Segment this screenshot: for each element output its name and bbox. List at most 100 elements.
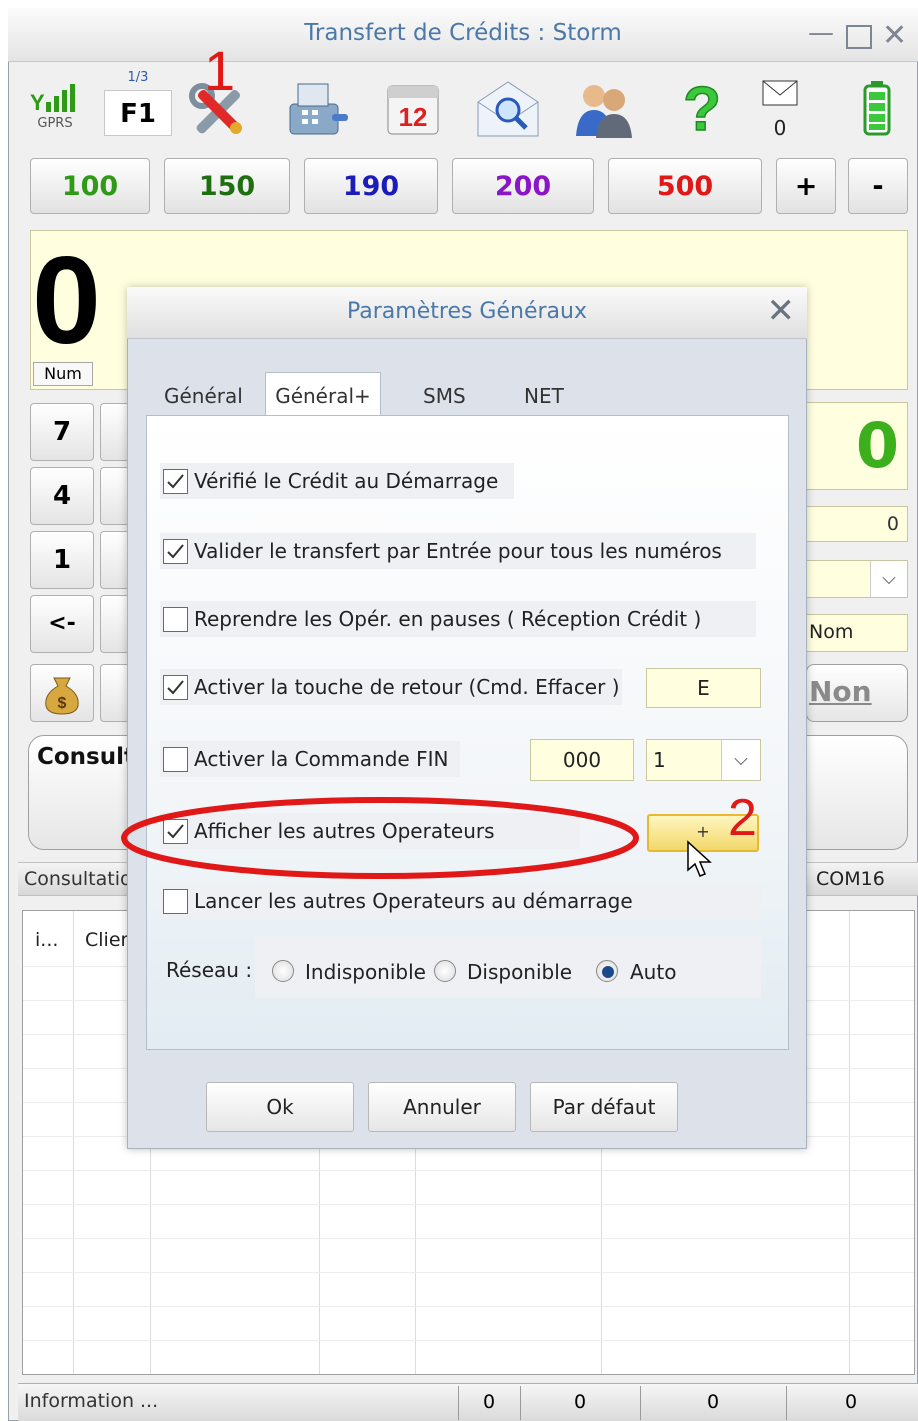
checkbox-fin-command[interactable] — [163, 747, 188, 772]
mail-search-icon[interactable] — [474, 78, 542, 140]
checkbox-return-key[interactable] — [163, 675, 188, 700]
return-key-field[interactable]: E — [646, 668, 761, 708]
key-4[interactable]: 4 — [30, 467, 94, 525]
non-button-label: Non — [809, 675, 872, 708]
key-2-partial[interactable] — [100, 531, 130, 589]
key-8-partial[interactable] — [100, 403, 130, 461]
total-display: 0 — [806, 402, 908, 490]
tab-general-plus[interactable]: Général+ — [265, 372, 381, 416]
name-field[interactable]: Nom — [806, 614, 908, 652]
option-label: Reprendre les Opér. en pauses ( Réceptio… — [194, 607, 702, 631]
option-verify-credit[interactable]: Vérifié le Crédit au Démarrage — [160, 463, 514, 499]
radio-dot — [602, 966, 614, 978]
fin-select[interactable]: 1 ⌵ — [646, 739, 761, 781]
grid-column-header[interactable]: Clier — [85, 929, 128, 951]
key-partial[interactable] — [100, 664, 130, 722]
svg-text:Y: Y — [30, 90, 45, 114]
checkbox-resume-paused[interactable] — [163, 607, 188, 632]
radio-indisponible[interactable] — [272, 960, 294, 982]
highlight-ellipse — [118, 794, 642, 882]
amount-label: 100 — [61, 171, 119, 202]
amount-button-190[interactable]: 190 — [304, 158, 438, 214]
amount-button-150[interactable]: 150 — [164, 158, 290, 214]
close-icon[interactable]: ✕ — [882, 18, 907, 53]
title-bar: Transfert de Crédits : Storm — ✕ — [8, 8, 918, 62]
option-fin-command[interactable]: Activer la Commande FIN — [160, 741, 460, 777]
tab-sms[interactable]: SMS — [423, 384, 466, 408]
value-field-text: 0 — [886, 513, 899, 535]
option-return-key[interactable]: Activer la touche de retour (Cmd. Efface… — [160, 669, 622, 705]
input-mode-badge: Num — [33, 362, 93, 386]
help-icon[interactable]: ? — [674, 74, 730, 145]
consult-label: Consult — [37, 744, 135, 770]
key-7[interactable]: 7 — [30, 403, 94, 461]
radio-disponible[interactable] — [434, 960, 456, 982]
default-button[interactable]: Par défaut — [530, 1082, 678, 1132]
status-count: 0 — [844, 1391, 858, 1413]
signal-label: GPRS — [37, 116, 73, 131]
grid-column-header[interactable]: i... — [35, 929, 58, 951]
consultation-label: Consultatio — [24, 868, 132, 890]
radio-label: Disponible — [467, 960, 573, 984]
mail-count: 0 — [773, 116, 787, 140]
users-icon[interactable] — [570, 80, 638, 140]
money-bag-icon: $ — [45, 677, 79, 715]
svg-text:?: ? — [683, 76, 721, 142]
option-label: Valider le transfert par Entrée pour tou… — [194, 539, 722, 563]
status-count: 0 — [482, 1391, 496, 1413]
dialog-title: Paramètres Généraux — [347, 299, 587, 324]
maximize-icon[interactable] — [846, 25, 872, 49]
minimize-icon[interactable]: — — [808, 18, 834, 48]
increment-button[interactable]: + — [776, 158, 836, 214]
amount-button-200[interactable]: 200 — [452, 158, 594, 214]
key-0-partial[interactable] — [100, 595, 130, 653]
cancel-button[interactable]: Annuler — [368, 1082, 516, 1132]
amount-label: 190 — [342, 171, 400, 202]
key-backspace[interactable]: <- — [30, 595, 94, 653]
amount-label: 500 — [656, 171, 714, 202]
chevron-down-icon: ⌵ — [721, 740, 760, 780]
amount-label: + — [794, 171, 818, 202]
value-field: 0 — [806, 506, 908, 542]
cash-register-icon[interactable] — [284, 78, 350, 144]
amount-label: 200 — [494, 171, 552, 202]
battery-icon — [862, 80, 892, 136]
annotation-2: 2 — [728, 789, 757, 847]
fin-code-field[interactable]: 000 — [530, 739, 634, 781]
total-value: 0 — [855, 409, 899, 482]
option-resume-paused[interactable]: Reprendre les Opér. en pauses ( Réceptio… — [160, 601, 756, 637]
radio-auto[interactable] — [596, 960, 618, 982]
money-bag-button[interactable]: $ — [30, 664, 94, 722]
status-bar: Information ... 0 0 0 0 — [18, 1383, 918, 1421]
function-key-button[interactable]: F1 — [104, 90, 172, 136]
checkbox-verify-credit[interactable] — [163, 469, 188, 494]
checkbox-validate-enter[interactable] — [163, 539, 188, 564]
option-validate-enter[interactable]: Valider le transfert par Entrée pour tou… — [160, 533, 756, 569]
tab-net[interactable]: NET — [524, 384, 564, 408]
chevron-down-icon: ⌵ — [870, 561, 907, 597]
network-label: Réseau : — [166, 958, 253, 982]
radio-label: Indisponible — [305, 960, 426, 984]
mail-icon[interactable] — [762, 80, 802, 110]
status-info: Information ... — [24, 1390, 159, 1412]
ok-button[interactable]: Ok — [206, 1082, 354, 1132]
mouse-cursor-icon — [686, 840, 716, 880]
decrement-button[interactable]: - — [848, 158, 908, 214]
amount-button-500[interactable]: 500 — [608, 158, 762, 214]
checkbox-launch-operators[interactable] — [163, 889, 188, 914]
amount-button-100[interactable]: 100 — [30, 158, 150, 214]
operator-select[interactable]: ⌵ — [806, 560, 908, 598]
calendar-icon[interactable]: 12 — [382, 78, 444, 140]
key-5-partial[interactable] — [100, 467, 130, 525]
svg-text:12: 12 — [399, 102, 428, 132]
option-label: Lancer les autres Operateurs au démarrag… — [194, 889, 633, 913]
option-label: Vérifié le Crédit au Démarrage — [194, 469, 499, 493]
option-launch-operators[interactable]: Lancer les autres Operateurs au démarrag… — [160, 883, 762, 919]
tab-general[interactable]: Général — [164, 384, 243, 408]
fin-select-value: 1 — [653, 748, 666, 772]
non-button[interactable]: Non — [806, 664, 908, 722]
dialog-close-icon[interactable]: ✕ — [767, 291, 796, 331]
page-indicator: 1/3 — [127, 70, 149, 85]
amount-label: 150 — [198, 171, 256, 202]
key-1[interactable]: 1 — [30, 531, 94, 589]
